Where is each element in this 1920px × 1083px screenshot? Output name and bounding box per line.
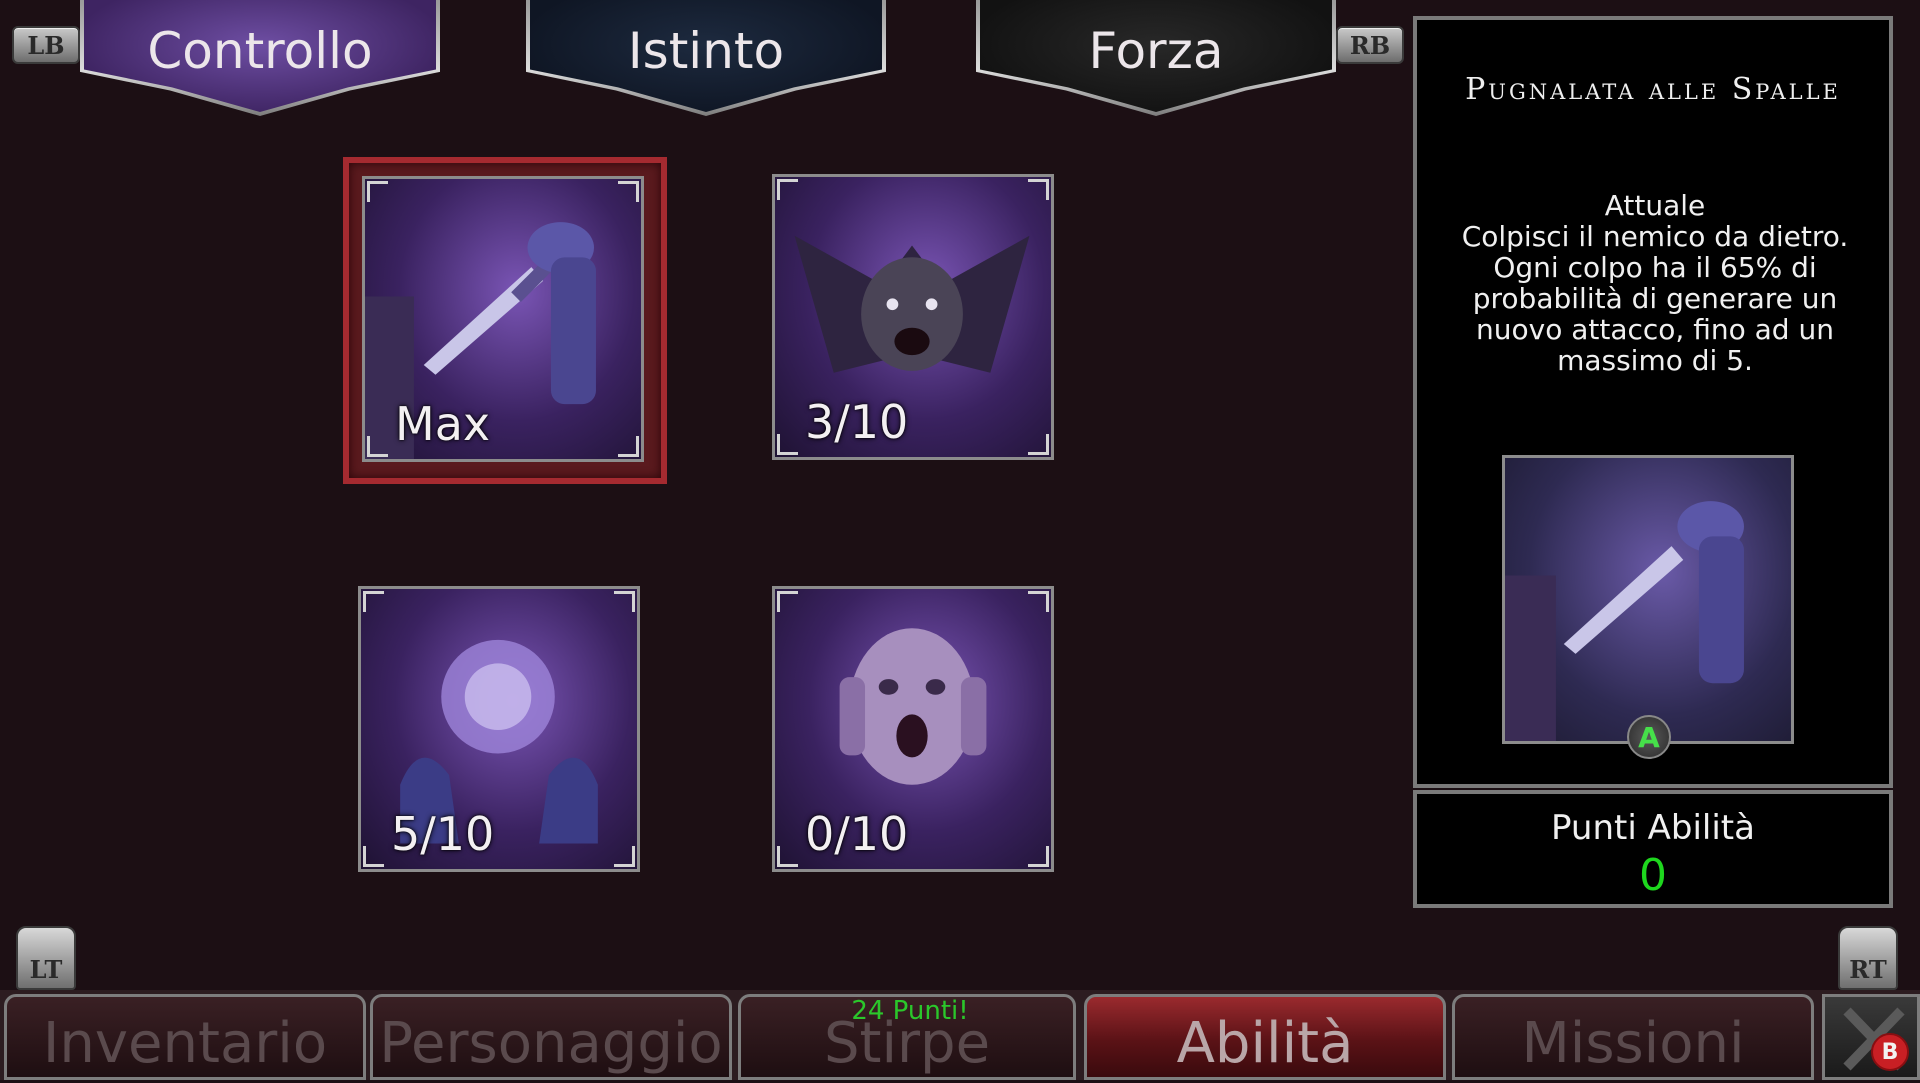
nav-label: Inventario [42, 1010, 328, 1076]
skill-description: Colpisci il nemico da dietro. Ogni colpo… [1461, 220, 1849, 377]
rb-hint[interactable]: RB [1336, 26, 1404, 64]
rt-hint[interactable]: RT [1838, 926, 1898, 990]
skill-preview-image [1502, 455, 1794, 744]
skill-backstab[interactable]: Max [362, 176, 644, 462]
close-icon [1843, 1007, 1905, 1071]
tab-controllo-label: Controllo [147, 22, 373, 80]
lt-hint[interactable]: LT [16, 926, 76, 990]
b-button-hint: B [1871, 1033, 1909, 1071]
skill-detail-panel: Pugnalata alle Spalle Attuale Colpisci i… [1413, 16, 1893, 788]
confirm-a-button[interactable]: A [1627, 715, 1671, 759]
skill-level: 3/10 [805, 395, 909, 449]
close-button[interactable]: B [1822, 994, 1920, 1080]
nav-missioni[interactable]: Missioni [1452, 994, 1814, 1080]
tab-forza[interactable]: Forza [980, 0, 1332, 112]
skill-points-box: Punti Abilità 0 [1413, 790, 1893, 908]
nav-abilita[interactable]: Abilità [1084, 994, 1446, 1080]
tab-istinto[interactable]: Istinto [530, 0, 882, 112]
tab-controllo[interactable]: Controllo [84, 0, 436, 112]
skill-title: Pugnalata alle Spalle [1465, 72, 1841, 107]
points-badge: 24 Punti! [851, 996, 969, 1026]
skill-scream[interactable]: 0/10 [772, 586, 1054, 872]
skill-level: Max [395, 397, 491, 451]
tab-istinto-label: Istinto [627, 22, 785, 80]
skill-description-block: Attuale Colpisci il nemico da dietro. Og… [1445, 190, 1865, 376]
current-label: Attuale [1604, 189, 1706, 222]
nav-label: Abilità [1176, 1010, 1354, 1076]
dagger-icon [1505, 501, 1744, 741]
skill-orb[interactable]: 5/10 [358, 586, 640, 872]
lb-hint[interactable]: LB [12, 26, 80, 64]
tab-forza-label: Forza [1088, 22, 1224, 80]
nav-inventario[interactable]: Inventario [4, 994, 366, 1080]
skill-level: 5/10 [391, 807, 495, 861]
points-label: Punti Abilità [1551, 808, 1755, 848]
nav-label: Personaggio [379, 1010, 723, 1076]
skill-level: 0/10 [805, 807, 909, 861]
skill-bat[interactable]: 3/10 [772, 174, 1054, 460]
nav-label: Missioni [1521, 1010, 1745, 1076]
nav-personaggio[interactable]: Personaggio [370, 994, 732, 1080]
points-value: 0 [1639, 850, 1667, 901]
